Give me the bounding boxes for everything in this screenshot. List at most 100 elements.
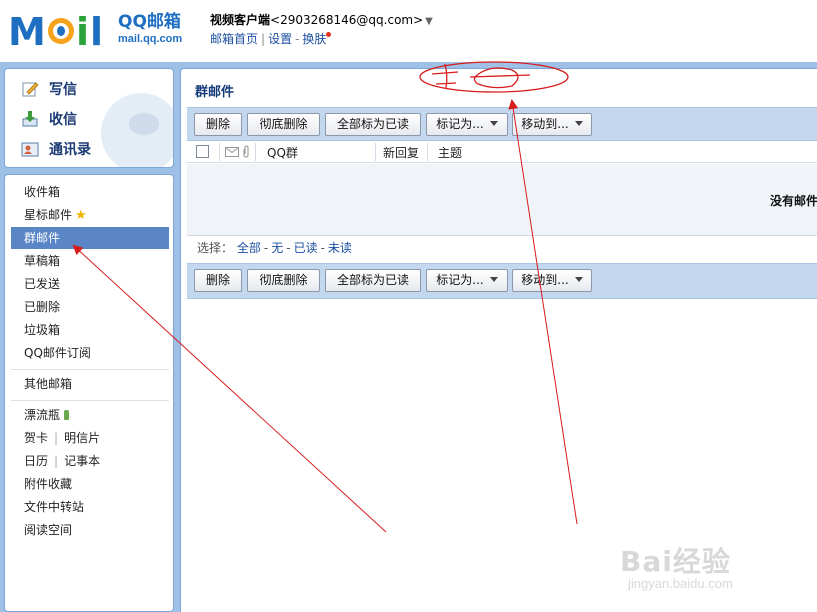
contacts-button[interactable]: 通讯录 bbox=[21, 137, 91, 161]
folder-inbox[interactable]: 收件箱 bbox=[11, 181, 169, 203]
divider bbox=[219, 143, 220, 161]
mark-all-read-button[interactable]: 全部标为已读 bbox=[325, 113, 421, 136]
divider bbox=[11, 369, 169, 370]
empty-list: 没有邮件 bbox=[187, 164, 817, 235]
svg-text:M: M bbox=[8, 10, 46, 50]
page-title: 群邮件 bbox=[195, 85, 235, 100]
toolbar-bottom: 删除 彻底删除 全部标为已读 标记为... 移动到... bbox=[187, 263, 817, 299]
divider bbox=[375, 143, 376, 161]
app-notes[interactable]: 记事本 bbox=[64, 454, 100, 468]
app-label: 文件中转站 bbox=[24, 500, 85, 514]
folder-junk[interactable]: 垃圾箱 bbox=[11, 319, 169, 341]
divider bbox=[427, 143, 428, 161]
mail-list-panel: 群邮件 删除 彻底删除 全部标为已读 标记为... 移动到... QQ群 新回复… bbox=[180, 68, 817, 612]
folder-group-mail[interactable]: 群邮件 bbox=[11, 227, 169, 249]
folder-label: 其他邮箱 bbox=[24, 377, 73, 391]
mark-as-dropdown[interactable]: 标记为... bbox=[426, 269, 508, 292]
write-button[interactable]: 写信 bbox=[21, 77, 77, 101]
delete-button[interactable]: 删除 bbox=[194, 269, 242, 292]
app-postcard[interactable]: 明信片 bbox=[64, 431, 100, 445]
top-header: M i l QQ邮箱 mail.qq.com 视频客户端<2903268146@… bbox=[0, 0, 817, 62]
baidu-jingyan-watermark: Bai经验 jingyan.baidu.com bbox=[620, 540, 790, 596]
folder-label: 已发送 bbox=[24, 277, 61, 291]
app-attachments[interactable]: 附件收藏 bbox=[11, 473, 169, 495]
select-row: 选择： 全部 - 无 - 已读 - 未读 bbox=[187, 235, 817, 259]
column-group[interactable]: QQ群 bbox=[267, 144, 298, 161]
select-all-checkbox[interactable] bbox=[196, 145, 209, 158]
watermark-brand: Bai经验 bbox=[620, 545, 731, 578]
dropdown-label: 移动到... bbox=[521, 273, 569, 287]
folder-subscriptions[interactable]: QQ邮件订阅 bbox=[11, 342, 169, 364]
chevron-down-icon bbox=[489, 121, 498, 126]
permanent-delete-button[interactable]: 彻底删除 bbox=[247, 269, 320, 292]
dropdown-label: 标记为... bbox=[436, 117, 484, 131]
folder-label: 星标邮件 bbox=[24, 208, 73, 222]
qq-mascot-eye bbox=[129, 113, 159, 135]
svg-text:i: i bbox=[76, 10, 89, 50]
select-read-link[interactable]: 已读 bbox=[294, 241, 318, 255]
app-cards-row: 贺卡 | 明信片 bbox=[11, 427, 169, 449]
column-subject[interactable]: 主题 bbox=[438, 144, 462, 161]
separator: | bbox=[261, 32, 266, 46]
mark-all-read-button[interactable]: 全部标为已读 bbox=[325, 269, 421, 292]
brand-text: QQ邮箱 mail.qq.com bbox=[118, 12, 182, 46]
app-greeting-card[interactable]: 贺卡 bbox=[24, 431, 48, 445]
folder-label: 垃圾箱 bbox=[24, 323, 61, 337]
move-to-dropdown[interactable]: 移动到... bbox=[512, 113, 592, 136]
separator: - bbox=[295, 32, 300, 46]
folder-starred[interactable]: 星标邮件 ★ bbox=[11, 204, 169, 226]
move-to-dropdown[interactable]: 移动到... bbox=[512, 269, 592, 292]
folder-label: 草稿箱 bbox=[24, 254, 61, 268]
permanent-delete-button[interactable]: 彻底删除 bbox=[247, 113, 320, 136]
toolbar-top: 删除 彻底删除 全部标为已读 标记为... 移动到... bbox=[187, 107, 817, 141]
select-none-link[interactable]: 无 bbox=[271, 241, 283, 255]
qqmail-logo[interactable]: M i l bbox=[8, 10, 114, 50]
chevron-down-icon bbox=[489, 277, 498, 282]
app-calendar-row: 日历 | 记事本 bbox=[11, 450, 169, 472]
account-email: <2903268146@qq.com> bbox=[270, 13, 424, 27]
folder-label: 群邮件 bbox=[24, 231, 61, 245]
select-unread-link[interactable]: 未读 bbox=[328, 241, 352, 255]
app-label: 附件收藏 bbox=[24, 477, 73, 491]
receive-button[interactable]: 收信 bbox=[21, 107, 77, 131]
dropdown-label: 标记为... bbox=[436, 273, 484, 287]
select-label: 选择： bbox=[197, 241, 234, 255]
chevron-down-icon[interactable]: ▼ bbox=[425, 16, 433, 27]
folder-drafts[interactable]: 草稿箱 bbox=[11, 250, 169, 272]
skin-link[interactable]: 换肤 bbox=[302, 32, 326, 46]
separator: | bbox=[54, 454, 59, 468]
folder-sent[interactable]: 已发送 bbox=[11, 273, 169, 295]
settings-link[interactable]: 设置 bbox=[268, 32, 292, 46]
brand-name: QQ邮箱 bbox=[118, 12, 181, 32]
divider bbox=[255, 143, 256, 161]
folder-label: 已删除 bbox=[24, 300, 61, 314]
dropdown-label: 移动到... bbox=[521, 117, 569, 131]
app-file-transfer[interactable]: 文件中转站 bbox=[11, 496, 169, 518]
svg-text:l: l bbox=[90, 10, 103, 50]
chevron-down-icon bbox=[574, 277, 583, 282]
mark-as-dropdown[interactable]: 标记为... bbox=[426, 113, 508, 136]
app-reading-space[interactable]: 阅读空间 bbox=[11, 519, 169, 541]
select-all-link[interactable]: 全部 bbox=[237, 241, 261, 255]
envelope-icon bbox=[225, 147, 239, 157]
column-new-reply[interactable]: 新回复 bbox=[383, 144, 419, 161]
attachment-icon bbox=[243, 145, 249, 158]
watermark-url: jingyan.baidu.com bbox=[628, 576, 733, 591]
chevron-down-icon bbox=[574, 121, 583, 126]
account-switcher[interactable]: 视频客户端<2903268146@qq.com> ▼ bbox=[210, 12, 433, 30]
folder-deleted[interactable]: 已删除 bbox=[11, 296, 169, 318]
app-calendar[interactable]: 日历 bbox=[24, 454, 48, 468]
contacts-icon bbox=[21, 142, 39, 157]
write-label: 写信 bbox=[49, 82, 77, 98]
app-drift-bottle[interactable]: 漂流瓶 bbox=[11, 404, 169, 426]
separator: - bbox=[263, 241, 269, 255]
empty-message: 没有邮件 bbox=[769, 194, 817, 208]
delete-button[interactable]: 删除 bbox=[194, 113, 242, 136]
brand-url: mail.qq.com bbox=[118, 33, 183, 45]
folder-other-mailboxes[interactable]: 其他邮箱 bbox=[11, 373, 169, 395]
write-icon bbox=[22, 82, 39, 97]
column-header: QQ群 新回复 主题 bbox=[187, 141, 817, 163]
separator: - bbox=[286, 241, 291, 255]
mailbox-home-link[interactable]: 邮箱首页 bbox=[210, 32, 258, 46]
divider bbox=[11, 400, 169, 401]
